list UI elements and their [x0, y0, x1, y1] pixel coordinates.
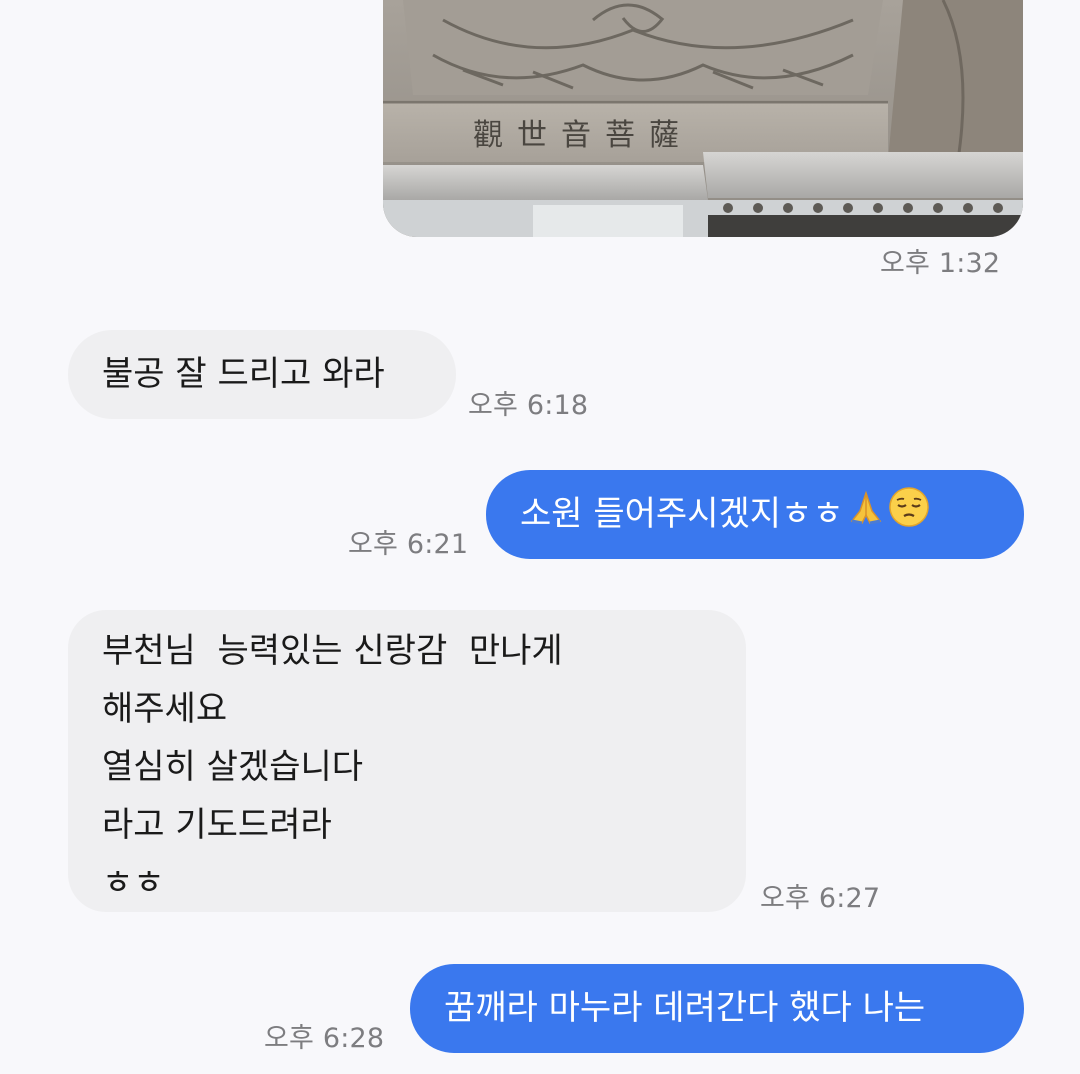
timestamp: 오후 6:21 [348, 529, 469, 560]
message-text: 소원 들어주시겠지ㅎㅎ [520, 494, 844, 534]
timestamp: 오후 1:32 [880, 248, 1001, 279]
outgoing-message[interactable]: 꿈깨라 마누라 데려간다 했다 나는 [410, 964, 1024, 1053]
carved-text: 觀世音菩薩 [473, 118, 693, 153]
outgoing-message[interactable]: 소원 들어주시겠지ㅎㅎ [486, 470, 1024, 559]
message-line: 부천님 능력있는 신랑감 만나게 [102, 631, 563, 671]
message-line: ㅎㅎ [102, 863, 165, 903]
incoming-message[interactable]: 부천님 능력있는 신랑감 만나게 해주세요 열심히 살겠습니다 라고 기도드려라… [68, 610, 746, 912]
pensive-face-icon [888, 486, 930, 546]
message-text: 불공 잘 드리고 와라 [102, 354, 385, 394]
message-line: 열심히 살겠습니다 [102, 747, 364, 787]
timestamp: 오후 6:27 [760, 883, 881, 914]
folded-hands-icon [846, 487, 886, 545]
timestamp: 오후 6:28 [264, 1023, 385, 1054]
timestamp: 오후 6:18 [468, 390, 589, 421]
photo-message[interactable]: 觀世音菩薩 [383, 0, 1023, 237]
photo-image: 觀世音菩薩 [383, 0, 1023, 237]
message-line: 라고 기도드려라 [102, 805, 332, 845]
message-text: 꿈깨라 마누라 데려간다 했다 나는 [444, 988, 926, 1028]
message-line: 해주세요 [102, 689, 228, 729]
incoming-message[interactable]: 불공 잘 드리고 와라 [68, 330, 456, 419]
